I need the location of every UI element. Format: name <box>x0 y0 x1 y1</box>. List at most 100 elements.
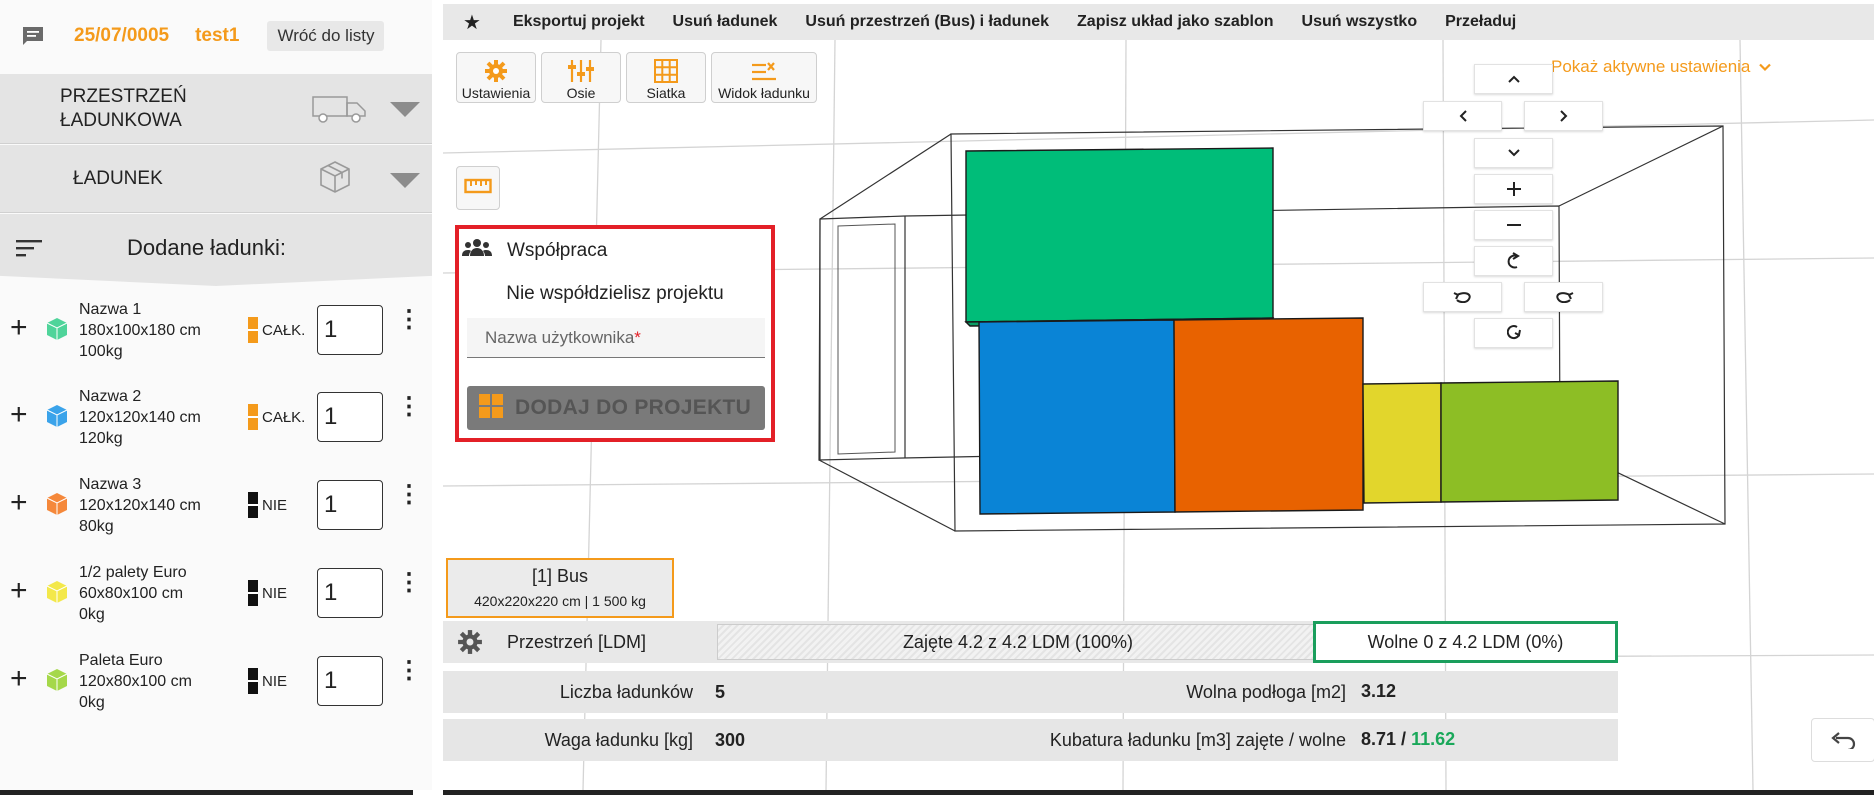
rotate-down-button[interactable] <box>1474 318 1553 348</box>
chevron-up-icon <box>1507 75 1520 83</box>
cargo-weight: 100kg <box>79 343 123 360</box>
ldm-occupied: Zajęte 4.2 z 4.2 LDM (100%) <box>717 624 1319 660</box>
stacking-indicator: NIE <box>248 492 287 518</box>
ldm-label: Przestrzeń [LDM] <box>507 632 647 652</box>
chevron-left-icon <box>1459 110 1467 122</box>
settings-tool-button[interactable]: Ustawienia <box>456 52 536 103</box>
stacking-indicator: NIE <box>248 668 287 694</box>
cargo-name: Nazwa 1 <box>79 301 142 318</box>
cargo-item-2: + Nazwa 2 120x120x140 cm 120kg CAŁK. 1 ⋮ <box>0 378 432 466</box>
cargo-dimensions: 180x100x180 cm <box>79 322 201 339</box>
axes-tool-button[interactable]: Osie <box>541 52 621 103</box>
rotate-icon <box>1507 252 1520 269</box>
free-floor-value: 3.12 <box>1361 681 1397 701</box>
bus-name: [1] Bus <box>531 566 589 586</box>
more-menu-icon[interactable]: ⋮ <box>397 483 421 507</box>
cargo-section[interactable]: ŁADUNEK <box>0 145 432 213</box>
add-cargo-icon[interactable]: + <box>10 664 28 694</box>
remove-space-and-cargo-button[interactable]: Usuń przestrzeń (Bus) i ładunek <box>805 13 1049 31</box>
add-to-project-label: DODAJ DO PROJEKTU <box>515 396 752 419</box>
quantity-input[interactable]: 1 <box>317 305 383 355</box>
cargo-name: Paleta Euro <box>79 652 163 669</box>
add-cargo-icon[interactable]: + <box>10 576 28 606</box>
zoom-out-button[interactable] <box>1474 210 1553 240</box>
cargo-box-yellow[interactable] <box>1362 382 1442 504</box>
quantity-input[interactable]: 1 <box>317 568 383 618</box>
collaboration-panel: Współpraca Nie współdzielisz projektu Na… <box>455 225 775 442</box>
add-to-project-button[interactable]: DODAJ DO PROJEKTU <box>467 386 765 430</box>
cube-icon <box>46 580 68 609</box>
required-mark: * <box>634 328 641 347</box>
truck-icon <box>312 94 368 129</box>
show-active-settings-toggle[interactable]: Pokaż aktywne ustawienia <box>1551 57 1771 77</box>
cube-icon <box>46 668 68 697</box>
pan-up-button[interactable] <box>1474 64 1553 94</box>
stack-none-icon <box>248 580 258 606</box>
quantity-input[interactable]: 1 <box>317 392 383 442</box>
rotate-left-icon <box>1453 292 1471 303</box>
back-to-list-button[interactable]: Wróć do listy <box>267 21 385 51</box>
undo-button[interactable] <box>1811 718 1874 762</box>
cargo-dimensions: 120x80x100 cm <box>79 673 192 690</box>
chevron-down-icon[interactable] <box>390 102 420 117</box>
username-field[interactable]: Nazwa użytkownika* <box>467 318 765 358</box>
cargo-item-4: + 1/2 palety Euro 60x80x100 cm 0kg NIE 1… <box>0 554 432 642</box>
reload-button[interactable]: Przeładuj <box>1445 13 1516 31</box>
minus-icon <box>1506 224 1521 226</box>
chat-icon[interactable] <box>18 21 48 51</box>
rotate-up-button[interactable] <box>1474 246 1553 276</box>
pan-left-button[interactable] <box>1423 101 1502 131</box>
remove-cargo-button[interactable]: Usuń ładunek <box>673 13 778 31</box>
undo-icon <box>1831 732 1856 749</box>
grid-icon <box>627 53 705 83</box>
add-cargo-icon[interactable]: + <box>10 400 28 430</box>
cargo-view-tool-button[interactable]: Widok ładunku <box>711 52 817 103</box>
plus-icon <box>1506 182 1521 196</box>
pan-down-button[interactable] <box>1474 138 1553 168</box>
cargo-count-label: Liczba ładunków <box>559 682 693 702</box>
cargo-dimensions: 60x80x100 cm <box>79 585 184 602</box>
box-icon <box>318 160 352 199</box>
cargo-box-blue[interactable] <box>978 319 1176 515</box>
chevron-right-icon <box>1559 110 1567 122</box>
cargo-space-section[interactable]: PRZESTRZEŃ ŁADUNKOWA <box>0 74 432 144</box>
more-menu-icon[interactable]: ⋮ <box>397 308 421 332</box>
cargo-weight: 80kg <box>79 518 114 535</box>
more-menu-icon[interactable]: ⋮ <box>397 659 421 683</box>
more-menu-icon[interactable]: ⋮ <box>397 571 421 595</box>
add-cargo-icon[interactable]: + <box>10 313 28 343</box>
cargo-volume-value: 8.71 / 11.62 <box>1361 729 1455 750</box>
quantity-input[interactable]: 1 <box>317 480 383 530</box>
ruler-button[interactable] <box>456 166 500 210</box>
pan-right-button[interactable] <box>1524 101 1603 131</box>
rotate-icon <box>1506 325 1521 340</box>
cargo-weight: 120kg <box>79 430 123 447</box>
zoom-in-button[interactable] <box>1474 174 1553 204</box>
export-project-button[interactable]: Eksportuj projekt <box>513 13 645 31</box>
rotate-left-button[interactable] <box>1423 282 1502 312</box>
cargo-box-orange[interactable] <box>1173 317 1364 513</box>
star-icon[interactable]: ★ <box>463 10 481 35</box>
gear-icon[interactable] <box>457 629 483 660</box>
cargo-name: Nazwa 2 <box>79 388 142 405</box>
chevron-down-icon[interactable] <box>390 173 420 188</box>
cargo-view-icon <box>712 53 816 83</box>
quantity-input[interactable]: 1 <box>317 656 383 706</box>
sort-icon[interactable] <box>16 238 42 263</box>
add-cargo-icon[interactable]: + <box>10 488 28 518</box>
people-icon <box>462 238 492 258</box>
more-menu-icon[interactable]: ⋮ <box>397 395 421 419</box>
stacking-label: NIE <box>262 584 288 602</box>
cargo-weight-label: Waga ładunku [kg] <box>544 730 693 750</box>
axes-label: Osie <box>566 85 596 101</box>
stack-none-icon <box>248 668 258 694</box>
rotate-right-button[interactable] <box>1524 282 1603 312</box>
cargo-box-lime[interactable] <box>1440 380 1619 503</box>
cargo-item-5: + Paleta Euro 120x80x100 cm 0kg NIE 1 ⋮ <box>0 642 432 730</box>
remove-all-button[interactable]: Usuń wszystko <box>1302 13 1418 31</box>
cargo-box-green[interactable] <box>965 147 1274 323</box>
bottom-border <box>0 790 1874 795</box>
grid-tool-button[interactable]: Siatka <box>626 52 706 103</box>
save-layout-template-button[interactable]: Zapisz układ jako szablon <box>1077 13 1274 31</box>
bus-space-card[interactable]: [1] Bus 420x220x220 cm | 1 500 kg <box>446 558 674 618</box>
